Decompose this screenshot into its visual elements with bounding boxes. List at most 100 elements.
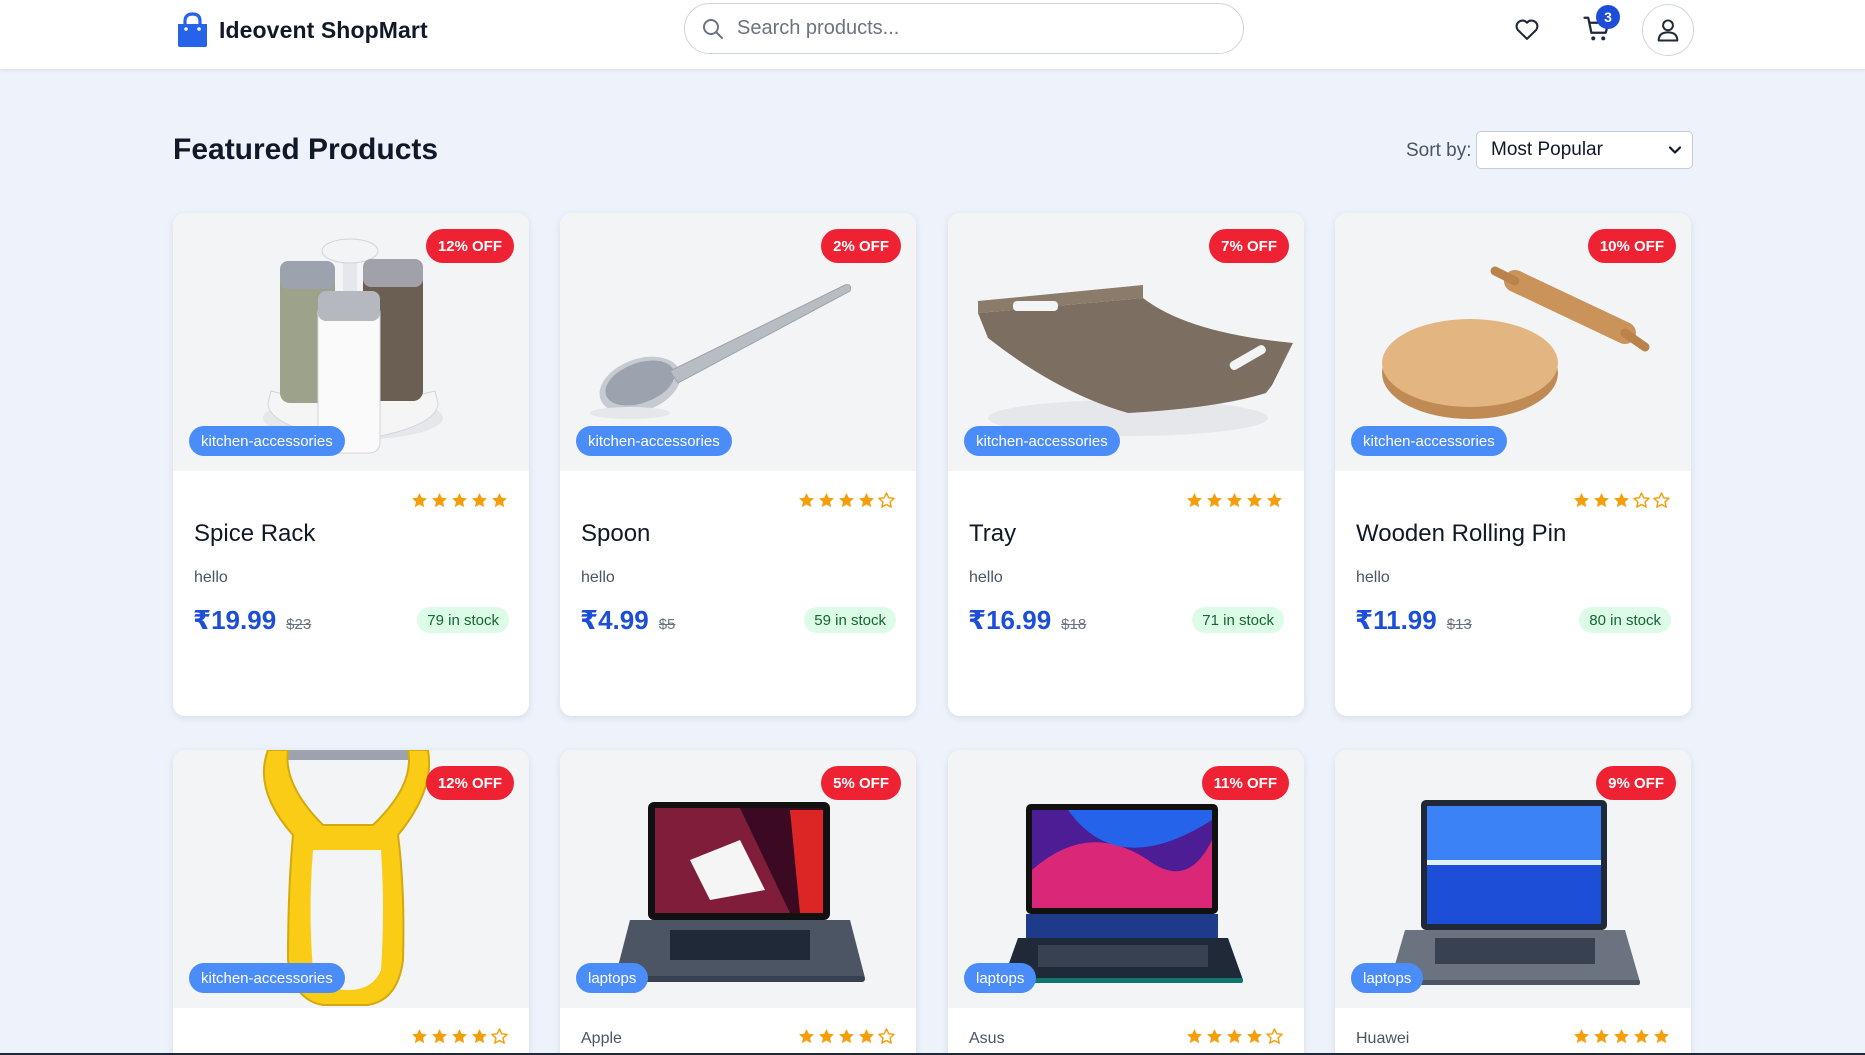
- price-row: ₹16.99 $18: [968, 605, 1086, 636]
- search-icon: [703, 18, 723, 39]
- product-description: hello: [581, 569, 615, 586]
- rating-stars: [1572, 1027, 1671, 1046]
- discount-badge: 12% OFF: [425, 229, 514, 263]
- sort-select[interactable]: Most Popular: [1476, 131, 1693, 169]
- heart-icon: [1515, 19, 1539, 40]
- user-icon: [1657, 19, 1679, 42]
- category-badge[interactable]: kitchen-accessories: [189, 963, 345, 993]
- discount-badge: 10% OFF: [1587, 229, 1676, 263]
- star-filled-icon: [798, 1028, 815, 1044]
- product-description: hello: [194, 569, 228, 586]
- star-filled-icon: [1186, 1028, 1203, 1044]
- product-card[interactable]: 9% OFF laptops Huawei: [1335, 750, 1691, 1055]
- star-filled-icon: [431, 1028, 448, 1044]
- account-button[interactable]: [1642, 4, 1694, 56]
- product-card[interactable]: 2% OFF kitchen-accessories Spoon hello ₹…: [560, 213, 916, 716]
- price: ₹19.99: [193, 605, 277, 635]
- discount-badge: 11% OFF: [1201, 766, 1289, 800]
- star-filled-icon: [818, 492, 835, 508]
- cart-count-badge: 3: [1596, 5, 1620, 29]
- star-filled-icon: [1226, 492, 1243, 508]
- star-filled-icon: [1613, 1028, 1630, 1044]
- shopping-bag-icon: [178, 12, 207, 47]
- star-filled-icon: [858, 492, 875, 508]
- category-badge[interactable]: kitchen-accessories: [576, 426, 732, 456]
- star-filled-icon: [1653, 1028, 1670, 1044]
- star-filled-icon: [838, 1028, 855, 1044]
- price-row: ₹4.99 $5: [580, 605, 675, 636]
- star-filled-icon: [858, 1028, 875, 1044]
- product-card[interactable]: 12% OFF kitchen-accessories: [173, 750, 529, 1055]
- product-card[interactable]: 5% OFF laptops Apple: [560, 750, 916, 1055]
- star-filled-icon: [411, 1028, 428, 1044]
- star-filled-icon: [1186, 492, 1203, 508]
- rating-stars: [1572, 491, 1671, 510]
- category-badge[interactable]: laptops: [1351, 963, 1424, 993]
- product-brand: Asus: [969, 1030, 1005, 1047]
- rating-stars: [1185, 491, 1284, 510]
- chevron-down-icon: [1668, 146, 1682, 154]
- star-filled-icon: [1593, 492, 1610, 508]
- discount-badge: 9% OFF: [1596, 766, 1676, 800]
- star-empty-icon: [878, 492, 895, 508]
- category-badge[interactable]: kitchen-accessories: [1351, 426, 1507, 456]
- category-badge[interactable]: laptops: [576, 963, 649, 993]
- category-badge[interactable]: laptops: [964, 963, 1037, 993]
- star-filled-icon: [1593, 1028, 1610, 1044]
- product-name[interactable]: Wooden Rolling Pin: [1356, 520, 1566, 548]
- star-filled-icon: [798, 492, 815, 508]
- price-row: ₹19.99 $23: [193, 605, 311, 636]
- star-filled-icon: [1246, 492, 1263, 508]
- original-price: $23: [286, 616, 312, 633]
- star-filled-icon: [1246, 1028, 1263, 1044]
- wishlist-button[interactable]: [1510, 12, 1544, 46]
- brand-name: Ideovent ShopMart: [219, 16, 428, 43]
- star-filled-icon: [451, 1028, 468, 1044]
- star-filled-icon: [1633, 1028, 1650, 1044]
- product-description: hello: [969, 569, 1003, 586]
- rating-stars: [410, 491, 509, 510]
- star-filled-icon: [411, 492, 428, 508]
- original-price: $18: [1061, 616, 1087, 633]
- price-row: ₹11.99 $13: [1355, 605, 1472, 636]
- discount-badge: 2% OFF: [821, 229, 901, 263]
- product-card[interactable]: 11% OFF laptops Asus: [948, 750, 1304, 1055]
- star-filled-icon: [431, 492, 448, 508]
- search-input[interactable]: [737, 17, 1217, 40]
- top-navbar: Ideovent ShopMart 3: [0, 0, 1865, 70]
- star-empty-icon: [1266, 1028, 1283, 1044]
- star-empty-icon: [1633, 492, 1650, 508]
- product-card[interactable]: 7% OFF kitchen-accessories Tray hello ₹1…: [948, 213, 1304, 716]
- rating-stars: [797, 491, 896, 510]
- sort-label: Sort by:: [1406, 140, 1472, 161]
- product-card[interactable]: 12% OFF kitchen-accessories Spice Rack h…: [173, 213, 529, 716]
- page-title: Featured Products: [173, 133, 439, 166]
- discount-badge: 12% OFF: [425, 766, 514, 800]
- sort-selected-value: Most Popular: [1491, 139, 1603, 160]
- stock-badge: 80 in stock: [1579, 607, 1671, 633]
- star-filled-icon: [1573, 1028, 1590, 1044]
- stock-badge: 71 in stock: [1192, 607, 1284, 633]
- rating-stars: [797, 1027, 896, 1046]
- category-badge[interactable]: kitchen-accessories: [964, 426, 1120, 456]
- stock-badge: 59 in stock: [804, 607, 896, 633]
- price: ₹16.99: [968, 605, 1052, 635]
- star-empty-icon: [878, 1028, 895, 1044]
- product-name[interactable]: Tray: [969, 520, 1016, 548]
- star-filled-icon: [1226, 1028, 1243, 1044]
- star-empty-icon: [491, 1028, 508, 1044]
- product-name[interactable]: Spoon: [581, 520, 650, 548]
- rating-stars: [1185, 1027, 1284, 1046]
- product-card[interactable]: 10% OFF kitchen-accessories Wooden Rolli…: [1335, 213, 1691, 716]
- brand[interactable]: Ideovent ShopMart: [176, 12, 428, 48]
- product-description: hello: [1356, 569, 1390, 586]
- price: ₹4.99: [580, 605, 649, 635]
- product-brand: Huawei: [1356, 1030, 1410, 1047]
- category-badge[interactable]: kitchen-accessories: [189, 426, 345, 456]
- rating-stars: [410, 1027, 509, 1046]
- star-filled-icon: [1266, 492, 1283, 508]
- discount-badge: 5% OFF: [821, 766, 901, 800]
- star-filled-icon: [451, 492, 468, 508]
- star-filled-icon: [838, 492, 855, 508]
- product-name[interactable]: Spice Rack: [194, 520, 315, 548]
